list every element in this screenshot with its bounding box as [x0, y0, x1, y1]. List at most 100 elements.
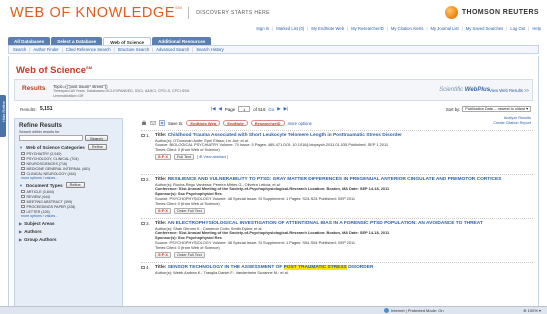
checkbox[interactable] [21, 151, 25, 156]
browser-status-bar: Internet | Protected Mode: On ⊕ 100% ▾ [0, 306, 547, 314]
document-types-header[interactable]: ▼ Document Types Refine [19, 182, 118, 188]
record-checkbox[interactable] [141, 177, 145, 182]
first-page-button[interactable]: |◀ [211, 106, 216, 112]
brand-name: WEB OF KNOWLEDGESM [10, 5, 183, 21]
log-out-link[interactable]: Log Out [510, 26, 525, 31]
subject-areas-header[interactable]: ▶ Subject Areas [19, 221, 118, 226]
view-abstract-link[interactable]: [ ⊕ View abstract ] [197, 154, 228, 160]
endnote-button[interactable]: EndNote [223, 120, 248, 126]
marked-list-link[interactable]: Marked List (0) [276, 26, 304, 31]
subnav-advanced-search[interactable]: Advanced Search [156, 47, 189, 52]
brand-tagline: DISCOVERY STARTS HERE [196, 10, 270, 16]
pager: |◀ ◀ Page 1 of 516 Go ▶ ▶| [211, 106, 289, 112]
page-input[interactable]: 1 [238, 106, 251, 112]
help-link[interactable]: Help [532, 26, 541, 31]
order-full-text-button[interactable]: Order Full Text [173, 207, 205, 214]
sfx-button[interactable]: S·F·X [155, 207, 171, 214]
query-summary: Topic=(("post traum* stress")) Timespan=… [53, 84, 191, 98]
endnote-web-link[interactable]: My EndNote Web [311, 26, 344, 31]
analyze-links: Analyze Results Create Citation Report [493, 116, 531, 126]
page-title: Web of ScienceSM [16, 65, 93, 77]
next-page-button[interactable]: ▶ [277, 106, 280, 112]
checkbox[interactable] [21, 194, 25, 199]
zoom-control[interactable]: ⊕ 100% ▾ [523, 308, 541, 313]
email-icon[interactable] [150, 120, 156, 126]
researcherid-button[interactable]: ResearcherID [250, 120, 285, 126]
results-list: 1. Title: Childhood Trauma Associated wi… [141, 130, 533, 306]
subnav-author-finder[interactable]: Author Finder [33, 47, 58, 52]
prev-page-button[interactable]: ◀ [219, 106, 222, 112]
results-query-box: Results Topic=(("post traum* stress")) T… [14, 79, 533, 101]
endnote-web-button[interactable]: EndNote Web [186, 120, 221, 126]
researcherid-link[interactable]: My ResearcherID [351, 26, 384, 31]
authors-header[interactable]: ▶ Authors [19, 229, 118, 234]
subnav-structure-search[interactable]: Structure Search [118, 47, 149, 52]
results-toolbar: Save to: EndNote Web EndNote ResearcherI… [141, 118, 533, 128]
result-record: 1. Title: Childhood Trauma Associated wi… [141, 130, 533, 174]
sort-select[interactable]: Publication Date -- newest to oldest ▾ [462, 106, 531, 112]
categories-header[interactable]: ▼ Web of Science Categories Refine [19, 144, 118, 150]
results-count-row: Results: 5,151 |◀ ◀ Page 1 of 516 Go ▶ ▶… [14, 106, 533, 114]
checkbox[interactable] [21, 161, 25, 166]
record-title[interactable]: Title: SENSOR TECHNOLOGY IN THE ASSESSME… [155, 263, 533, 271]
subnav-search[interactable]: Search [13, 47, 26, 52]
sign-in-link[interactable]: Sign In [256, 26, 269, 31]
checkbox[interactable] [21, 204, 25, 209]
search-term-highlight: POST TRAUMATIC STRESS [283, 265, 347, 270]
result-record: 3. Title: AN ELECTROPHYSIOLOGICAL INVEST… [141, 218, 533, 262]
expand-triangle-icon: ▶ [19, 221, 23, 226]
more-options-link[interactable]: more options [288, 121, 312, 126]
globe-icon [384, 308, 389, 313]
full-text-button[interactable]: Full Text [173, 153, 194, 160]
result-record: 2. Title: RESILIENCE AND VULNERABILITY T… [141, 174, 533, 218]
record-title[interactable]: Title: RESILIENCE AND VULNERABILITY TO P… [155, 175, 533, 183]
record-checkbox[interactable] [141, 133, 145, 138]
sfx-button[interactable]: S·F·X [155, 153, 171, 160]
top-links: Sign In | Marked List (0) | My EndNote Web… [256, 26, 541, 31]
record-title[interactable]: Title: AN ELECTROPHYSIOLOGICAL INVESTIGA… [155, 219, 533, 227]
subnav-cited-reference[interactable]: Cited Reference Search [66, 47, 111, 52]
refine-title: Refine Results [19, 122, 62, 129]
checkbox[interactable] [21, 199, 25, 204]
refine-search-input[interactable] [19, 135, 83, 141]
citation-report-link[interactable]: Create Citation Report [493, 121, 531, 126]
brand: WEB OF KNOWLEDGESM DISCOVERY STARTS HERE [10, 5, 270, 21]
refine-categories-button[interactable]: Refine [87, 144, 107, 150]
checkbox[interactable] [21, 189, 25, 194]
subnav-search-history[interactable]: Search History [196, 47, 223, 52]
refine-doctypes-button[interactable]: Refine [65, 182, 85, 188]
refine-search-button[interactable]: Search [85, 135, 108, 141]
group-authors-header[interactable]: ▶ Group Authors [19, 237, 118, 242]
go-button[interactable]: Go [268, 107, 274, 112]
record-checkbox[interactable] [141, 221, 145, 226]
saved-searches-link[interactable]: My Saved Searches [466, 26, 503, 31]
scientific-webplus-logo: Scientific WebPlus [439, 87, 490, 93]
journal-list-link[interactable]: My Journal List [431, 26, 459, 31]
expand-triangle-icon: ▶ [19, 237, 23, 242]
collapse-triangle-icon: ▼ [19, 182, 23, 188]
search-subnav: Search | Author Finder | Cited Reference S… [8, 45, 539, 54]
view-web-results-link[interactable]: View Web Results >> [489, 88, 529, 93]
sfx-button[interactable]: S·F·X [155, 251, 171, 258]
checkbox[interactable] [21, 209, 25, 214]
citation-alerts-link[interactable]: My Citation Alerts [391, 26, 424, 31]
add-to-list-icon[interactable] [159, 120, 165, 126]
order-full-text-button[interactable]: Order Full Text [173, 251, 205, 258]
refine-panel: Refine Results Search within results for… [14, 118, 123, 314]
more-categories-link[interactable]: more options / values... [21, 176, 118, 180]
collapse-triangle-icon: ▼ [19, 144, 23, 150]
brand-divider [188, 7, 190, 19]
record-checkbox[interactable] [141, 265, 145, 270]
record-title[interactable]: Title: Childhood Trauma Associated with … [155, 131, 533, 139]
checkbox[interactable] [21, 171, 25, 176]
security-zone: Internet | Protected Mode: On [384, 308, 444, 313]
more-doctypes-link[interactable]: more options / values... [21, 214, 118, 218]
checkbox[interactable] [21, 156, 25, 161]
hide-refine-tab[interactable]: Hide Refine [0, 95, 6, 137]
print-icon[interactable] [141, 120, 147, 126]
result-record: 4. Title: SENSOR TECHNOLOGY IN THE ASSES… [141, 262, 533, 306]
checkbox[interactable] [21, 166, 25, 171]
thomson-reuters-logo: THOMSON REUTERS [444, 6, 539, 19]
last-page-button[interactable]: ▶| [284, 106, 289, 112]
results-count: 5,151 [40, 106, 53, 112]
